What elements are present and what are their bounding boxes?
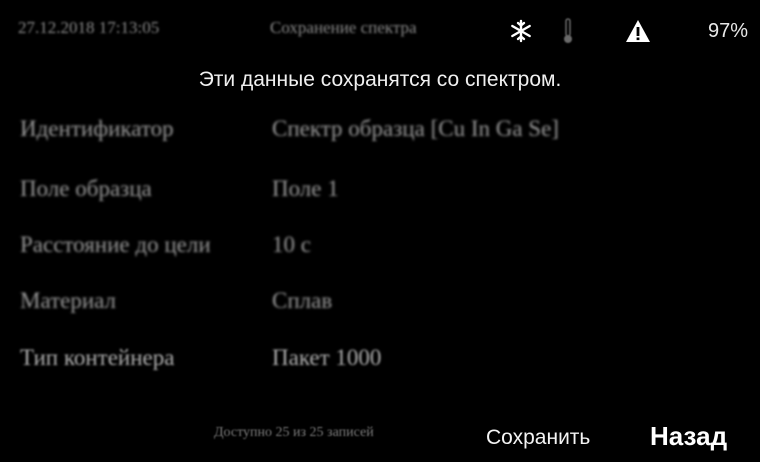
field-label: Материал bbox=[20, 288, 117, 313]
field-value[interactable]: Поле 1 bbox=[272, 176, 339, 202]
memory-available-text: Доступно 25 из 25 записей bbox=[214, 425, 374, 440]
field-label: Поле образца bbox=[20, 176, 152, 201]
save-notice: Эти данные сохранятся со спектром. bbox=[198, 68, 562, 91]
status-datetime: 27.12.2018 17:13:05 bbox=[18, 18, 160, 37]
back-button[interactable]: Назад bbox=[640, 414, 737, 458]
warning-icon bbox=[626, 20, 650, 42]
field-row-distance[interactable]: Расстояние до цели 10 с bbox=[0, 232, 760, 268]
battery-level: 97% bbox=[708, 20, 749, 42]
field-value[interactable]: Пакет 1000 bbox=[272, 345, 381, 371]
field-value[interactable]: Спектр образца [Cu In Ga Se] bbox=[272, 116, 559, 142]
field-label: Тип контейнера bbox=[20, 345, 175, 370]
field-label: Идентификатор bbox=[20, 116, 174, 141]
status-bar: 27.12.2018 17:13:05 Сохранение спектра 9… bbox=[0, 0, 760, 62]
snowflake-icon bbox=[511, 19, 531, 43]
status-mode-title: Сохранение спектра bbox=[270, 18, 417, 37]
thermometer-icon bbox=[564, 18, 572, 43]
field-value[interactable]: Сплав bbox=[272, 288, 332, 314]
field-label: Расстояние до цели bbox=[20, 232, 211, 257]
save-button[interactable]: Сохранить bbox=[474, 418, 602, 458]
field-row-container-type[interactable]: Тип контейнера Пакет 1000 bbox=[0, 345, 760, 381]
field-row-identifier[interactable]: Идентификатор Спектр образца [Cu In Ga S… bbox=[0, 116, 760, 152]
spectrum-save-screen: 27.12.2018 17:13:05 Сохранение спектра 9… bbox=[0, 0, 760, 462]
field-value[interactable]: 10 с bbox=[272, 232, 311, 258]
field-row-material[interactable]: Материал Сплав bbox=[0, 288, 760, 324]
field-row-sample-field[interactable]: Поле образца Поле 1 bbox=[0, 176, 760, 212]
